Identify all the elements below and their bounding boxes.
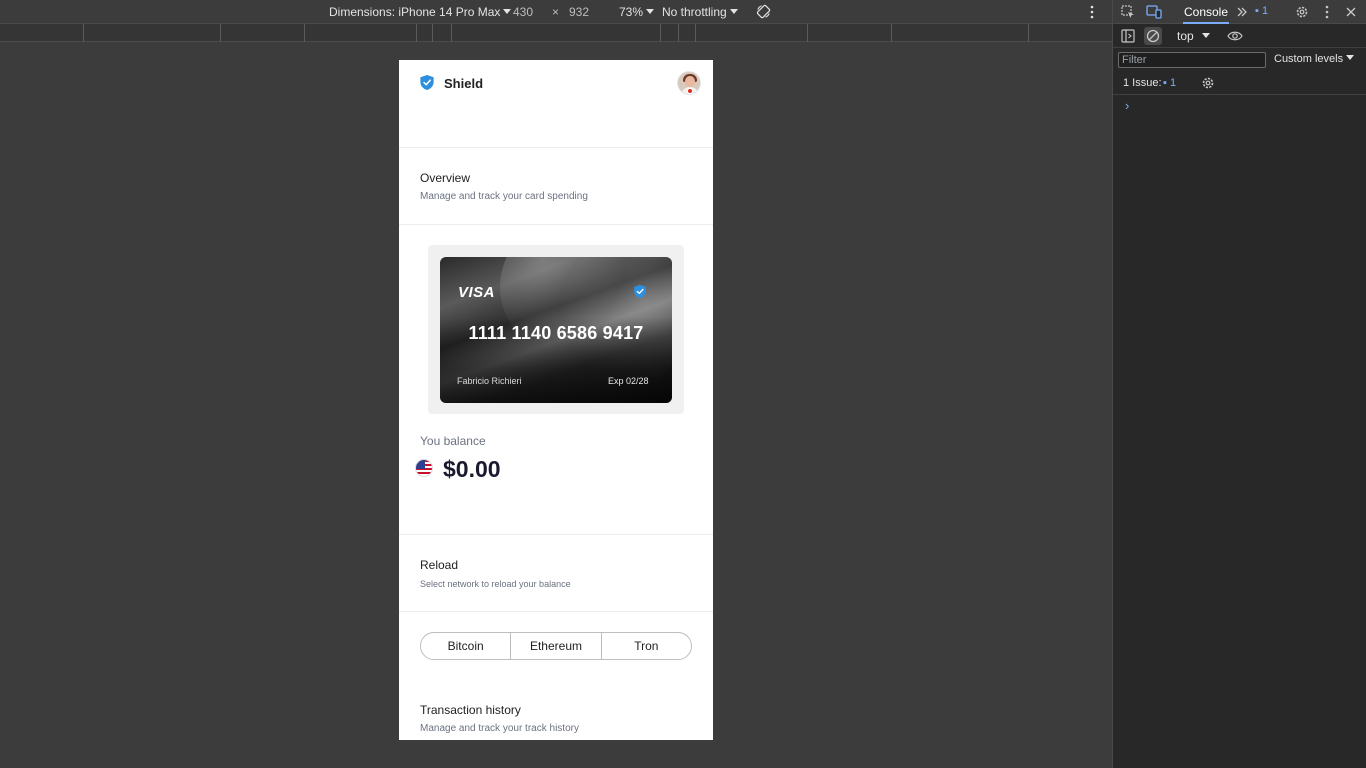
issues-bar: 1 Issue: ▪ 1 bbox=[1113, 71, 1366, 95]
console-settings-gear-icon[interactable] bbox=[1201, 76, 1215, 90]
us-flag-icon bbox=[415, 459, 433, 477]
times-symbol: × bbox=[552, 5, 560, 19]
chevron-down-icon bbox=[1201, 33, 1210, 38]
chevron-down-icon bbox=[646, 9, 655, 14]
ruler-segment[interactable] bbox=[83, 24, 84, 42]
throttling-select[interactable]: No throttling bbox=[662, 5, 738, 19]
reload-title: Reload bbox=[420, 558, 459, 572]
ruler-segment[interactable] bbox=[660, 24, 661, 42]
balance-label: You balance bbox=[420, 434, 486, 448]
flag-canton bbox=[416, 460, 425, 469]
history-title: Transaction history bbox=[420, 703, 521, 717]
height-input[interactable]: 932 bbox=[569, 5, 589, 19]
device-toolbar: Dimensions: iPhone 14 Pro Max 430 × 932 … bbox=[0, 0, 1112, 24]
devtools-tabbar: Console ▪ 1 bbox=[1113, 0, 1366, 24]
issues-badge-count: 1 bbox=[1261, 5, 1269, 17]
visa-logo: VISA bbox=[458, 284, 496, 301]
more-vert-icon[interactable] bbox=[1324, 5, 1330, 19]
device-dimensions-label: Dimensions: iPhone 14 Pro Max bbox=[329, 5, 501, 19]
rotate-icon[interactable] bbox=[756, 4, 771, 19]
settings-gear-icon[interactable] bbox=[1295, 5, 1309, 19]
devtools-panel: Console ▪ 1 top Filter Custom levels 1 I… bbox=[1112, 0, 1366, 768]
zoom-label: 73% bbox=[619, 5, 644, 19]
overview-subtitle: Manage and track your card spending bbox=[420, 191, 588, 202]
media-query-ruler[interactable] bbox=[0, 24, 1112, 42]
eye-icon[interactable] bbox=[1227, 30, 1243, 42]
width-input[interactable]: 430 bbox=[513, 5, 533, 19]
device-toggle-icon[interactable] bbox=[1146, 5, 1162, 19]
device-viewport: Shield Overview Manage and track your ca… bbox=[399, 60, 713, 740]
credit-card[interactable]: VISA 1111 1140 6586 9417 Fabricio Richie… bbox=[440, 257, 672, 403]
app-header: Shield bbox=[399, 60, 713, 148]
ruler-segment[interactable] bbox=[891, 24, 892, 42]
more-vert-icon[interactable] bbox=[1089, 5, 1095, 19]
sidebar-toggle-icon[interactable] bbox=[1121, 29, 1135, 43]
chevron-down-icon bbox=[729, 9, 738, 14]
card-expiry: Exp 02/28 bbox=[608, 376, 649, 386]
chevron-down-icon bbox=[1346, 55, 1355, 60]
issues-badge[interactable]: ▪ 1 bbox=[1255, 5, 1268, 17]
history-subtitle: Manage and track your track history bbox=[420, 723, 579, 734]
clear-console-icon[interactable] bbox=[1144, 27, 1162, 45]
network-tron-button[interactable]: Tron bbox=[602, 633, 691, 659]
tab-console[interactable]: Console bbox=[1183, 0, 1229, 24]
chevron-down-icon bbox=[503, 9, 512, 14]
device-dimensions-select[interactable]: Dimensions: iPhone 14 Pro Max bbox=[329, 5, 512, 19]
console-toolbar: top bbox=[1113, 24, 1366, 48]
shield-icon bbox=[634, 284, 646, 299]
brand-name: Shield bbox=[444, 76, 484, 91]
network-selector: Bitcoin Ethereum Tron bbox=[420, 632, 692, 660]
ruler-segment[interactable] bbox=[451, 24, 452, 42]
card-frame: VISA 1111 1140 6586 9417 Fabricio Richie… bbox=[428, 245, 684, 414]
shield-logo-icon bbox=[420, 74, 434, 91]
ruler-segment[interactable] bbox=[304, 24, 305, 42]
ruler-segment[interactable] bbox=[416, 24, 417, 42]
log-levels-label: Custom levels bbox=[1274, 53, 1344, 65]
ruler-segment[interactable] bbox=[220, 24, 221, 42]
overview-section: Overview Manage and track your card spen… bbox=[399, 148, 713, 225]
network-ethereum-button[interactable]: Ethereum bbox=[511, 633, 602, 659]
throttling-label: No throttling bbox=[662, 5, 727, 19]
notification-dot bbox=[687, 88, 693, 94]
close-icon[interactable] bbox=[1345, 6, 1357, 18]
avatar-face bbox=[685, 76, 695, 87]
filter-input[interactable]: Filter bbox=[1118, 52, 1266, 68]
issues-count: 1 bbox=[1169, 77, 1177, 89]
card-holder-name: Fabricio Richieri bbox=[457, 376, 522, 386]
ruler-segment[interactable] bbox=[678, 24, 679, 42]
context-label: top bbox=[1177, 29, 1194, 43]
log-levels-select[interactable]: Custom levels bbox=[1274, 53, 1355, 65]
ruler-segment[interactable] bbox=[807, 24, 808, 42]
more-tabs-icon[interactable] bbox=[1236, 6, 1248, 18]
balance-value: $0.00 bbox=[443, 456, 501, 482]
ruler-segment[interactable] bbox=[695, 24, 696, 42]
reload-section: Reload Select network to reload your bal… bbox=[399, 534, 713, 612]
context-select[interactable]: top bbox=[1177, 29, 1210, 43]
issues-link[interactable]: ▪ 1 bbox=[1163, 77, 1176, 89]
console-prompt[interactable]: › bbox=[1125, 98, 1129, 113]
card-number: 1111 1140 6586 9417 bbox=[468, 323, 644, 343]
inspect-element-icon[interactable] bbox=[1121, 5, 1135, 19]
reload-subtitle: Select network to reload your balance bbox=[420, 579, 571, 589]
ruler-segment[interactable] bbox=[432, 24, 433, 42]
issues-label: 1 Issue: bbox=[1123, 77, 1162, 89]
ruler-segment[interactable] bbox=[1028, 24, 1029, 42]
network-bitcoin-button[interactable]: Bitcoin bbox=[421, 633, 512, 659]
overview-title: Overview bbox=[420, 171, 471, 185]
zoom-select[interactable]: 73% bbox=[619, 5, 655, 19]
